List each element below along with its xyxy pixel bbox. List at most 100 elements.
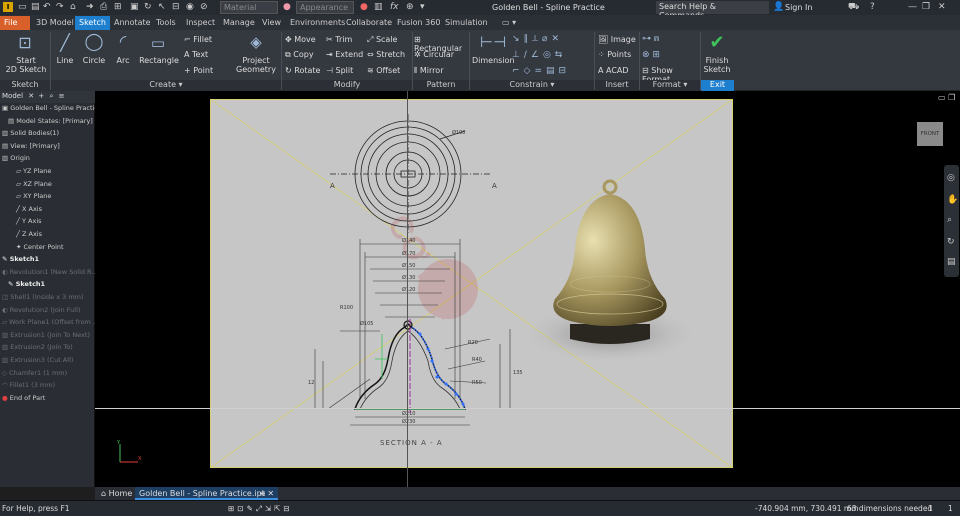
tab-view[interactable]: View <box>258 16 285 30</box>
dropdown-icon[interactable]: ▾ <box>420 2 425 13</box>
arc-button[interactable]: Arc <box>111 56 135 65</box>
search-icon[interactable]: ⌕ <box>49 92 53 100</box>
point-button[interactable]: + Point <box>184 66 224 75</box>
panel-constrain-label[interactable]: Constrain ▾ <box>470 80 594 91</box>
project-geometry-button[interactable]: Project Geometry <box>234 56 278 74</box>
tab-tools[interactable]: Tools <box>152 16 180 30</box>
steering-wheel-icon[interactable]: ◎ <box>947 173 955 183</box>
mirror-button[interactable]: ⫴ Mirror <box>414 66 470 76</box>
appearance-combo[interactable]: Appearance <box>296 1 354 14</box>
viewport-restore-icons[interactable]: ▭ ❐ <box>938 93 955 102</box>
points-button[interactable]: ⁘ Points <box>598 50 638 59</box>
help-icon[interactable]: ? <box>870 2 875 13</box>
circle-button[interactable]: Circle <box>80 56 108 65</box>
update-icon[interactable]: ↻ <box>144 2 152 13</box>
undo-icon[interactable]: ↶ <box>43 2 51 13</box>
tab-manage[interactable]: Manage <box>219 16 259 30</box>
constraint-icons-row2[interactable]: ⊥∕∠◎⇆ <box>512 50 590 60</box>
offset-button[interactable]: ≋ Offset <box>367 66 411 75</box>
material-combo[interactable]: Material <box>220 1 278 14</box>
browser-node[interactable]: ● End of Part <box>2 394 45 406</box>
tabs-menu-icon[interactable]: ≡ <box>255 487 270 500</box>
browser-node[interactable]: ◇ Chamfer1 (1 mm) <box>2 369 67 381</box>
select-icon[interactable]: ▣ <box>130 2 139 13</box>
browser-node[interactable]: ▣ Golden Bell - Spline Practice <box>2 104 102 116</box>
constraint-icons-row3[interactable]: ⌐◇=▤⊟ <box>512 66 590 76</box>
stretch-button[interactable]: ⇔ Stretch <box>367 50 411 59</box>
tab-sketch[interactable]: Sketch <box>75 16 110 30</box>
tab-environments[interactable]: Environments <box>286 16 349 30</box>
format-icons-row2[interactable]: ⊗ ⊞ <box>642 50 672 60</box>
split-button[interactable]: ⊣ Split <box>326 66 366 75</box>
browser-node[interactable]: ◠ Fillet1 (3 mm) <box>2 381 55 393</box>
fillet-button[interactable]: ⌐ Fillet <box>184 35 224 44</box>
minimize-icon[interactable]: — <box>908 2 917 13</box>
browser-tab-model[interactable]: Model <box>2 92 23 100</box>
grid-icon[interactable]: ⊟ <box>172 2 180 13</box>
rectangle-button[interactable]: Rectangle <box>138 56 180 65</box>
browser-node[interactable]: ✎ Sketch1 <box>2 255 39 267</box>
browser-node[interactable]: ▱ YZ Plane <box>16 167 51 179</box>
tab-collaborate[interactable]: Collaborate <box>342 16 396 30</box>
arrow-icon[interactable]: ➜ <box>86 2 94 13</box>
folder-icon[interactable]: ▭ <box>18 2 27 13</box>
orbit-icon[interactable]: ↻ <box>947 237 955 247</box>
copy-button[interactable]: ⧉ Copy <box>285 50 327 60</box>
move-button[interactable]: ✥ Move <box>285 35 327 44</box>
tab-file[interactable]: File <box>0 16 30 30</box>
tab-inspect[interactable]: Inspect <box>182 16 219 30</box>
browser-node[interactable]: ✦ Center Point <box>16 243 64 255</box>
scale-button[interactable]: ⤢ Scale <box>367 35 411 45</box>
browser-node[interactable]: ▤ View: [Primary] <box>2 142 60 154</box>
color-icon[interactable]: ● <box>360 2 368 13</box>
acad-button[interactable]: A ACAD <box>598 66 638 75</box>
tab-annotate[interactable]: Annotate <box>110 16 155 30</box>
browser-node[interactable]: ◐ Revolution1 (New Solid R... <box>2 268 98 280</box>
browser-node[interactable]: ▥ Solid Bodies(1) <box>2 129 59 141</box>
restore-icon[interactable]: ❐ <box>922 2 930 13</box>
print-icon[interactable]: ⎙ <box>100 2 107 13</box>
browser-node[interactable]: ▥ Extrusion2 (Join To) <box>2 343 73 355</box>
panel-format-label[interactable]: Format ▾ <box>640 80 700 91</box>
home-icon[interactable]: ⌂ <box>70 2 76 13</box>
format-icons-row1[interactable]: ⊶ ⩎ <box>642 34 672 44</box>
browser-node[interactable]: ◐ Revolution2 (Join Full) <box>2 306 80 318</box>
zoom-icon[interactable]: ⌕ <box>947 215 952 225</box>
browser-node[interactable]: ▱ XZ Plane <box>16 180 52 192</box>
crosshair-icon[interactable]: ⊕ <box>406 2 414 13</box>
view-cube[interactable]: FRONT <box>917 122 943 146</box>
constraint-icons-row1[interactable]: ↘∥⟂⌀✕ <box>512 34 590 44</box>
close-browser-icon[interactable]: ✕ <box>28 92 34 100</box>
tab-extra-icon[interactable]: ▭ ▾ <box>498 16 520 30</box>
rotate-button[interactable]: ↻ Rotate <box>285 66 327 75</box>
browser-node[interactable]: ▥ Extrusion1 (Join To Next) <box>2 331 90 343</box>
search-input[interactable]: Search Help & Commands... <box>656 1 769 20</box>
app-logo-icon[interactable]: I <box>3 2 13 13</box>
tab-simulation[interactable]: Simulation <box>441 16 492 30</box>
tab-3d-model[interactable]: 3D Model <box>32 16 78 30</box>
sign-in-button[interactable]: Sign In <box>785 3 812 12</box>
panel-create-label[interactable]: Create ▾ <box>51 80 281 91</box>
save-icon[interactable]: ▤ <box>31 2 40 13</box>
redo-icon[interactable]: ↷ <box>56 2 64 13</box>
measure-icon[interactable]: ⊞ <box>114 2 122 13</box>
finish-sketch-button[interactable]: Finish Sketch <box>700 56 734 74</box>
close-icon[interactable]: ✕ <box>938 2 946 13</box>
image-button[interactable]: 🖼 Image <box>598 35 638 44</box>
status-tool-icons[interactable]: ⊞⊡✎⤢⇲⇱⊟ <box>228 504 293 514</box>
circular-pattern-button[interactable]: ✲ Circular <box>414 50 470 59</box>
text-button[interactable]: A Text <box>184 50 224 59</box>
tab-fusion-360[interactable]: Fusion 360 <box>393 16 444 30</box>
browser-node[interactable]: ▱ Work Plane1 (Offset from ... <box>2 318 99 330</box>
extend-button[interactable]: ⇥ Extend <box>326 50 366 59</box>
trim-button[interactable]: ✂ Trim <box>326 35 366 44</box>
add-browser-icon[interactable]: + <box>38 92 44 100</box>
fx-icon[interactable]: fx <box>390 2 399 13</box>
browser-node[interactable]: ╱ Z Axis <box>16 230 42 242</box>
view-icon[interactable]: ◉ <box>186 2 194 13</box>
tab-home[interactable]: ⌂ Home <box>97 487 136 500</box>
browser-node[interactable]: ▥ Origin <box>2 154 30 166</box>
browser-node[interactable]: ▤ Model States: [Primary] <box>8 117 93 129</box>
browser-node[interactable]: ◫ Shell1 (Inside x 3 mm) <box>2 293 84 305</box>
browser-node[interactable]: ▱ XY Plane <box>16 192 51 204</box>
